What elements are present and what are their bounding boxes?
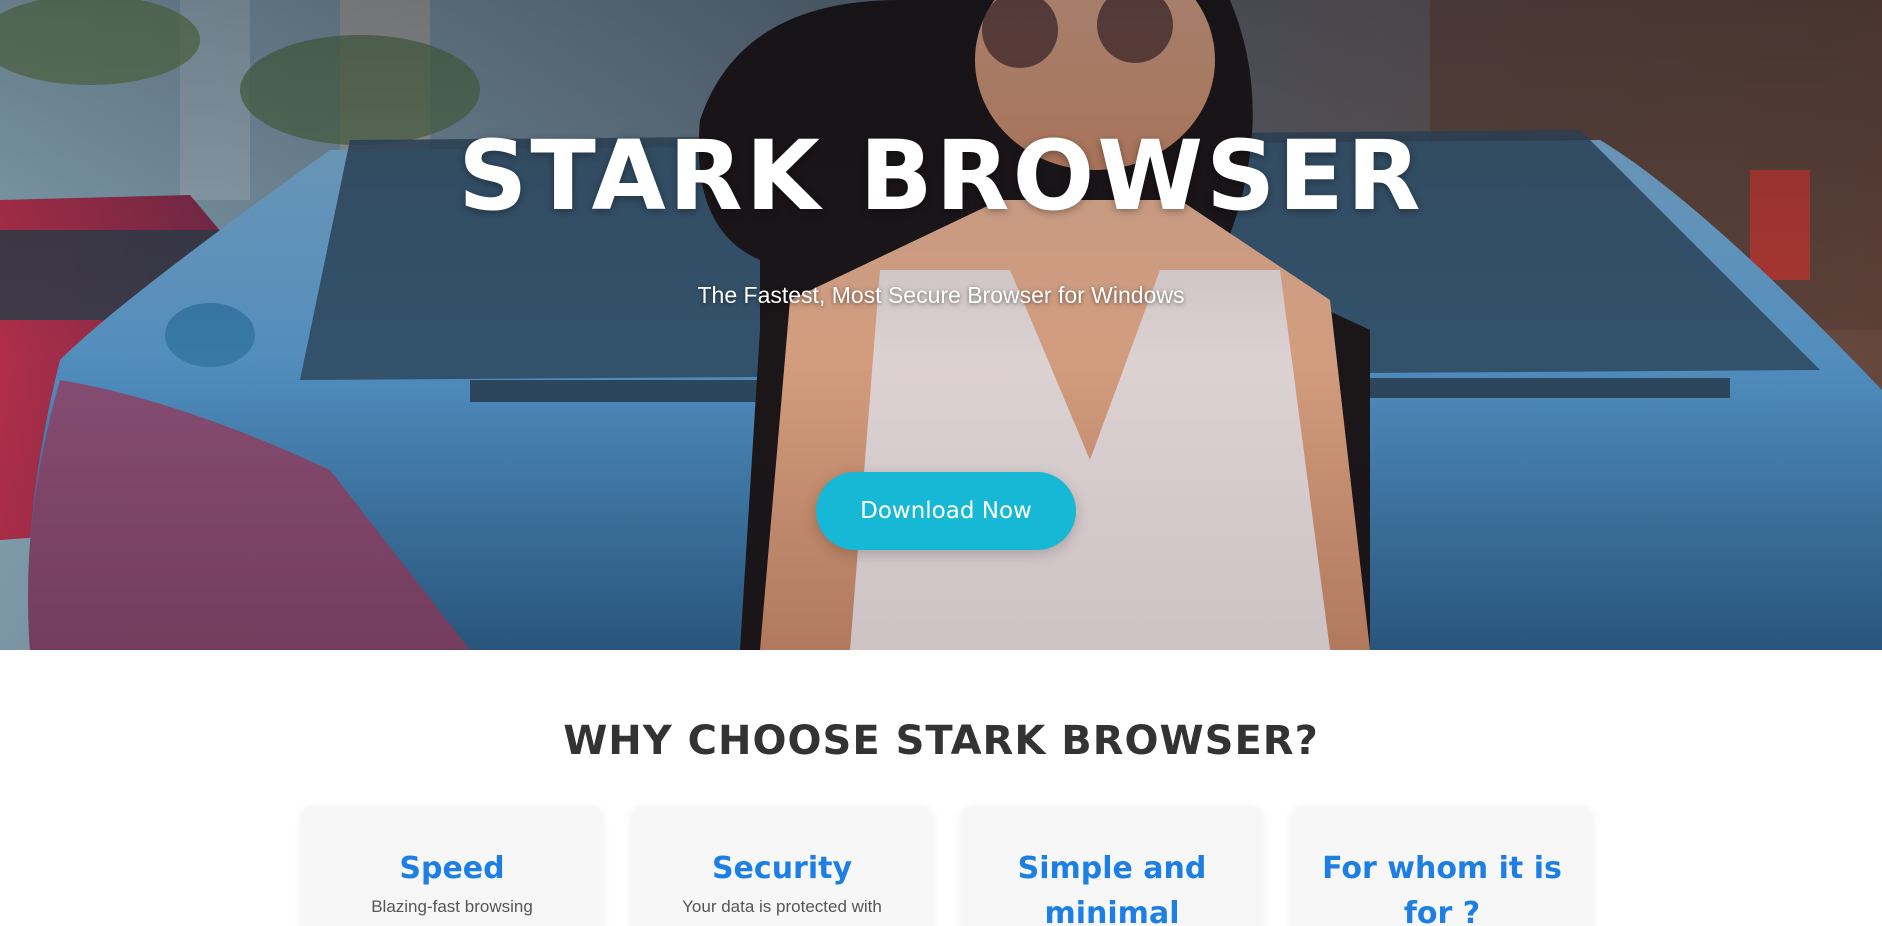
feature-cards: Speed Blazing-fast browsing Security You…: [302, 806, 1592, 926]
why-choose-heading: WHY CHOOSE STARK BROWSER?: [563, 718, 1319, 764]
feature-card-title: Security: [711, 851, 853, 886]
feature-card-audience: For whom it is for ?: [1292, 806, 1592, 926]
hero-title: STARK BROWSER: [458, 120, 1424, 232]
hero-overlay: [0, 0, 1882, 650]
feature-card-text: Your data is protected with: [682, 897, 882, 916]
feature-card-title: For whom it is for ?: [1322, 851, 1562, 926]
feature-card-title: Simple and minimal: [1017, 851, 1207, 926]
hero-subtitle: The Fastest, Most Secure Browser for Win…: [697, 282, 1185, 308]
feature-card-text: Blazing-fast browsing: [371, 897, 533, 916]
download-now-button[interactable]: Download Now: [816, 472, 1076, 550]
feature-card-security: Security Your data is protected with: [632, 806, 932, 926]
hero-section: STARK BROWSER The Fastest, Most Secure B…: [0, 0, 1882, 650]
feature-card-title: Speed: [399, 851, 505, 886]
feature-card-simple: Simple and minimal: [962, 806, 1262, 926]
feature-card-speed: Speed Blazing-fast browsing: [302, 806, 602, 926]
